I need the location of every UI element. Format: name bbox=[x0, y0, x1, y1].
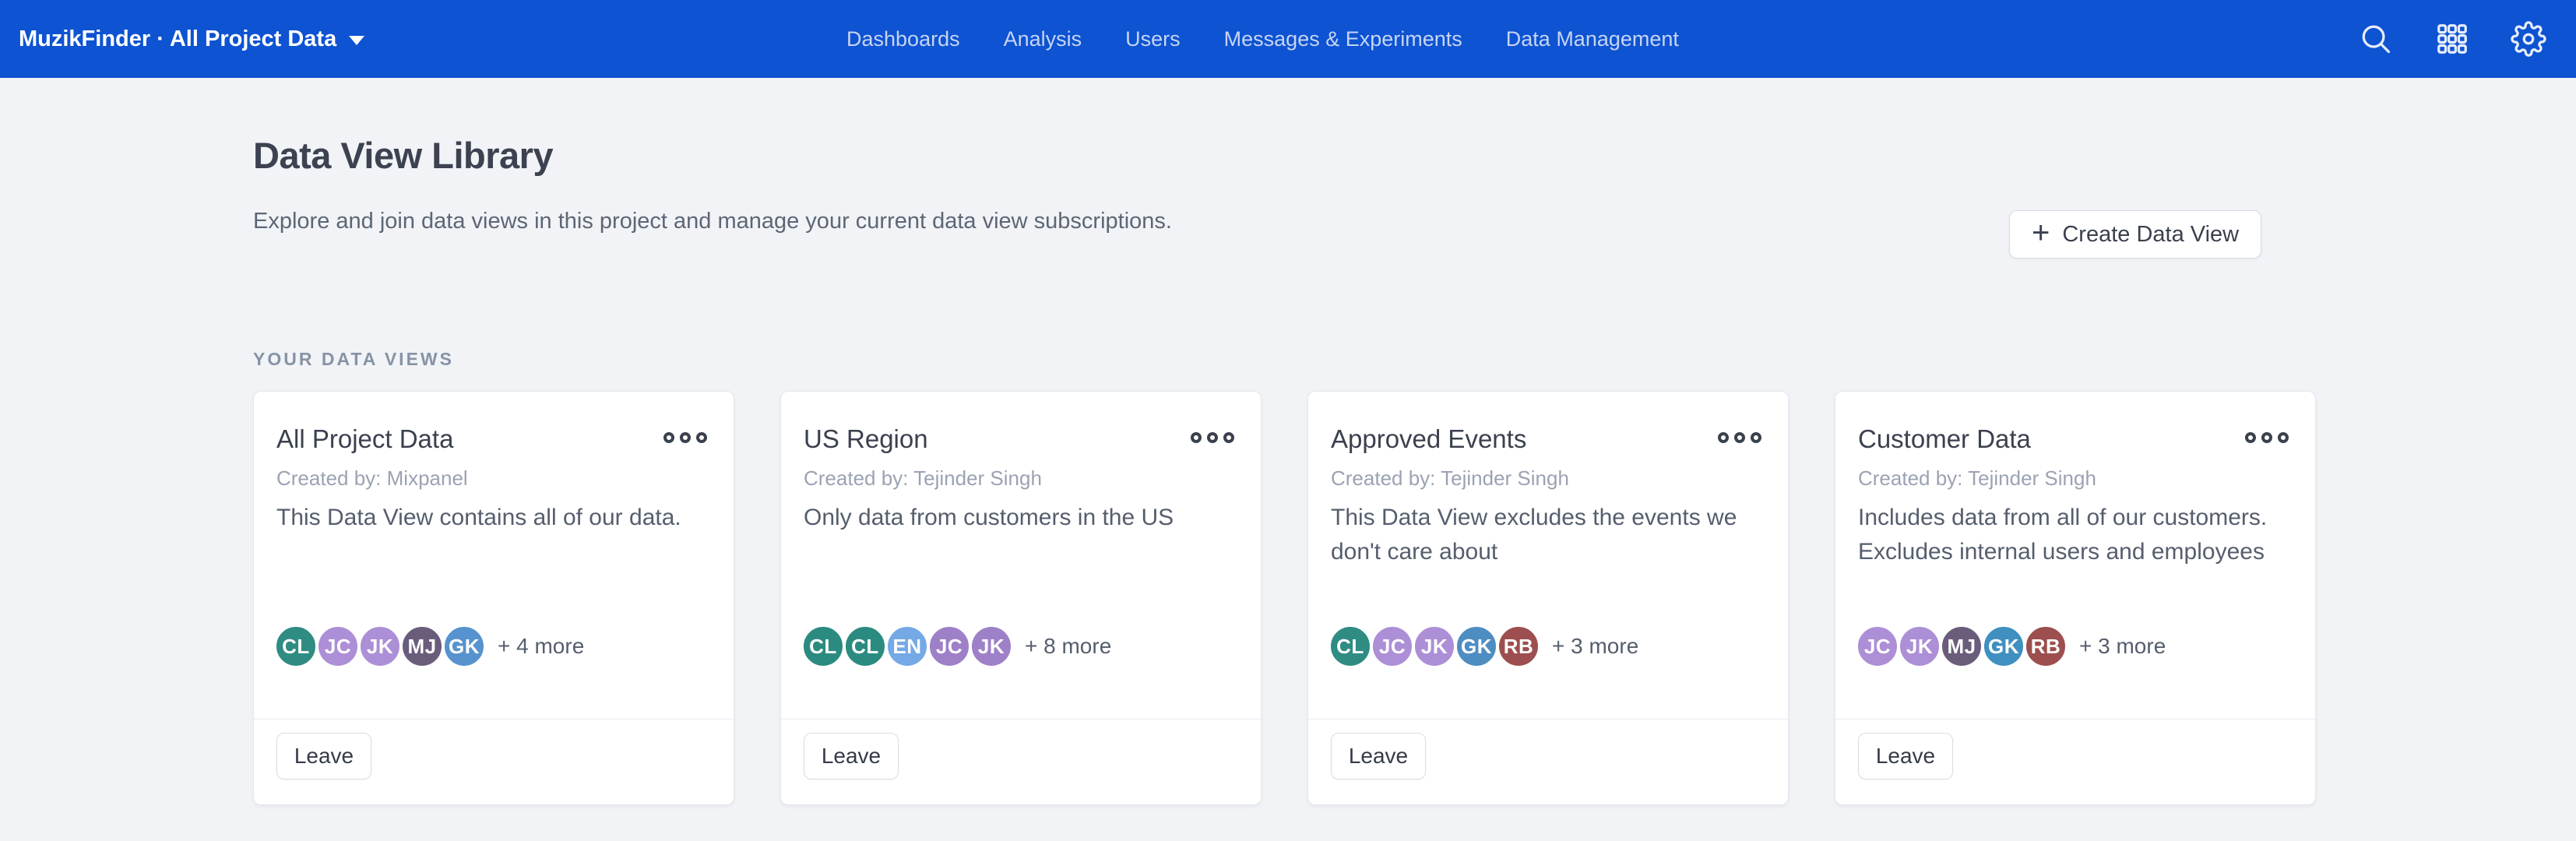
card-created-by: Created by: Mixpanel bbox=[276, 466, 468, 491]
avatar: JC bbox=[1855, 624, 1900, 669]
card-title: Approved Events bbox=[1331, 424, 1526, 454]
avatar: RB bbox=[1496, 624, 1541, 669]
page-subtitle: Explore and join data views in this proj… bbox=[253, 209, 1172, 234]
member-avatar-stack: CL JC JK MJ GK + 4 more bbox=[273, 624, 584, 669]
more-members-label: + 3 more bbox=[1552, 634, 1638, 659]
apps-grid-icon[interactable] bbox=[2434, 21, 2470, 57]
avatar: JC bbox=[315, 624, 361, 669]
member-avatar-stack: CL CL EN JC JK + 8 more bbox=[801, 624, 1111, 669]
avatar: CL bbox=[273, 624, 318, 669]
menu-dot bbox=[1734, 432, 1745, 443]
project-switcher[interactable]: MuzikFinder · All Project Data bbox=[19, 0, 364, 78]
nav-item-messages-experiments[interactable]: Messages & Experiments bbox=[1224, 27, 1462, 51]
menu-dot bbox=[1207, 432, 1218, 443]
avatar: CL bbox=[843, 624, 888, 669]
more-members-label: + 8 more bbox=[1025, 634, 1111, 659]
card-created-by: Created by: Tejinder Singh bbox=[1858, 466, 2096, 491]
avatar: JC bbox=[1370, 624, 1415, 669]
top-navbar: MuzikFinder · All Project Data Dashboard… bbox=[0, 0, 2576, 78]
card-divider bbox=[254, 719, 734, 720]
card-description: Only data from customers in the US bbox=[804, 501, 1230, 535]
create-data-view-button[interactable]: + Create Data View bbox=[2009, 210, 2261, 259]
project-switcher-label: MuzikFinder · All Project Data bbox=[19, 26, 336, 52]
nav-item-data-management[interactable]: Data Management bbox=[1506, 27, 1679, 51]
avatar: JK bbox=[969, 624, 1014, 669]
menu-dot bbox=[1191, 432, 1202, 443]
menu-dot bbox=[1223, 432, 1234, 443]
main-nav: Dashboards Analysis Users Messages & Exp… bbox=[846, 0, 1679, 78]
data-view-card-approved-events: Approved Events Created by: Tejinder Sin… bbox=[1307, 391, 1789, 805]
leave-button[interactable]: Leave bbox=[1331, 733, 1426, 779]
card-overflow-menu-icon[interactable] bbox=[660, 429, 710, 446]
menu-dot bbox=[663, 432, 674, 443]
menu-dot bbox=[2245, 432, 2256, 443]
avatar: CL bbox=[1328, 624, 1373, 669]
avatar: GK bbox=[442, 624, 487, 669]
avatar: JK bbox=[1412, 624, 1457, 669]
avatar: JC bbox=[927, 624, 972, 669]
data-view-card-grid: All Project Data Created by: Mixpanel Th… bbox=[253, 391, 2316, 805]
card-overflow-menu-icon[interactable] bbox=[1188, 429, 1237, 446]
more-members-label: + 4 more bbox=[498, 634, 584, 659]
data-view-card-customer-data: Customer Data Created by: Tejinder Singh… bbox=[1835, 391, 2316, 805]
your-data-views-label: YOUR DATA VIEWS bbox=[253, 349, 454, 370]
nav-item-users[interactable]: Users bbox=[1125, 27, 1181, 51]
card-created-by: Created by: Tejinder Singh bbox=[1331, 466, 1569, 491]
avatar: JK bbox=[1897, 624, 1942, 669]
leave-button[interactable]: Leave bbox=[276, 733, 371, 779]
avatar: JK bbox=[357, 624, 403, 669]
search-icon[interactable] bbox=[2358, 21, 2394, 57]
menu-dot bbox=[1718, 432, 1729, 443]
card-divider bbox=[1835, 719, 2315, 720]
plus-icon: + bbox=[2032, 217, 2050, 248]
avatar: RB bbox=[2023, 624, 2068, 669]
card-divider bbox=[781, 719, 1261, 720]
card-title: Customer Data bbox=[1858, 424, 2031, 454]
card-description: Includes data from all of our customers.… bbox=[1858, 501, 2285, 569]
menu-dot bbox=[1751, 432, 1761, 443]
avatar: MJ bbox=[399, 624, 445, 669]
data-view-card-all-project-data: All Project Data Created by: Mixpanel Th… bbox=[253, 391, 734, 805]
card-divider bbox=[1308, 719, 1788, 720]
card-description: This Data View excludes the events we do… bbox=[1331, 501, 1758, 569]
card-description: This Data View contains all of our data. bbox=[276, 501, 703, 535]
card-overflow-menu-icon[interactable] bbox=[1715, 429, 1765, 446]
navbar-icon-group bbox=[2358, 0, 2546, 78]
avatar: CL bbox=[801, 624, 846, 669]
card-overflow-menu-icon[interactable] bbox=[2242, 429, 2292, 446]
settings-gear-icon[interactable] bbox=[2511, 21, 2546, 57]
menu-dot bbox=[2261, 432, 2272, 443]
page-title: Data View Library bbox=[253, 134, 553, 177]
member-avatar-stack: CL JC JK GK RB + 3 more bbox=[1328, 624, 1638, 669]
card-title: All Project Data bbox=[276, 424, 453, 454]
leave-button[interactable]: Leave bbox=[804, 733, 899, 779]
avatar: GK bbox=[1454, 624, 1499, 669]
data-view-card-us-region: US Region Created by: Tejinder Singh Onl… bbox=[780, 391, 1262, 805]
avatar: GK bbox=[1981, 624, 2026, 669]
leave-button[interactable]: Leave bbox=[1858, 733, 1953, 779]
card-title: US Region bbox=[804, 424, 928, 454]
menu-dot bbox=[680, 432, 691, 443]
chevron-down-icon bbox=[349, 36, 364, 45]
more-members-label: + 3 more bbox=[2079, 634, 2166, 659]
nav-item-dashboards[interactable]: Dashboards bbox=[846, 27, 960, 51]
menu-dot bbox=[2278, 432, 2289, 443]
avatar: MJ bbox=[1939, 624, 1984, 669]
avatar: EN bbox=[885, 624, 930, 669]
card-created-by: Created by: Tejinder Singh bbox=[804, 466, 1042, 491]
nav-item-analysis[interactable]: Analysis bbox=[1004, 27, 1082, 51]
create-data-view-button-label: Create Data View bbox=[2062, 222, 2239, 248]
menu-dot bbox=[696, 432, 707, 443]
member-avatar-stack: JC JK MJ GK RB + 3 more bbox=[1855, 624, 2166, 669]
